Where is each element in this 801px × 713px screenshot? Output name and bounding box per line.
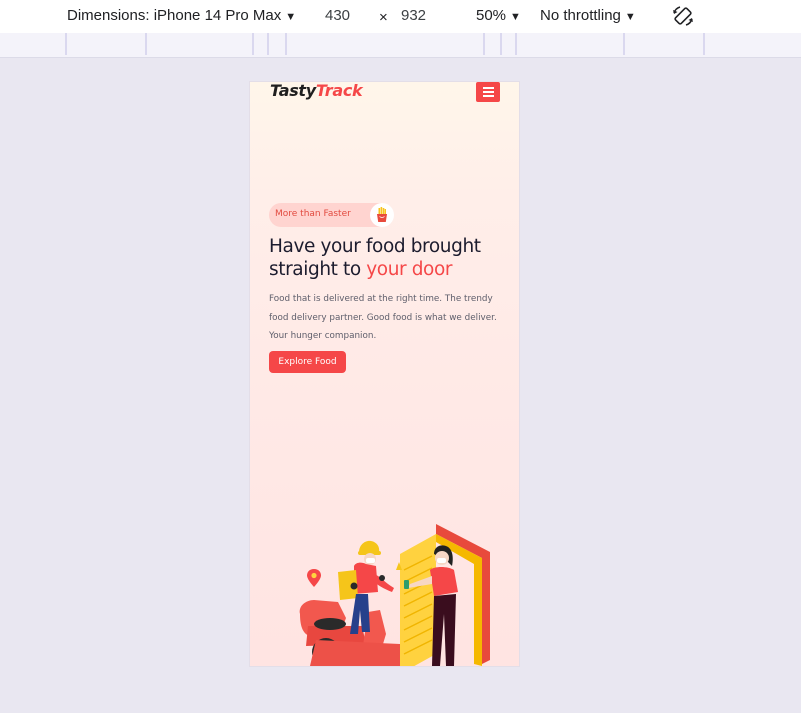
ruler-marker[interactable]	[252, 33, 254, 55]
menu-bar	[482, 91, 494, 93]
throttling-label: No throttling	[540, 7, 621, 24]
height-input[interactable]: 932	[401, 7, 426, 24]
headline-highlight: your door	[366, 259, 453, 280]
ruler-marker[interactable]	[500, 33, 502, 55]
ruler-marker[interactable]	[285, 33, 287, 55]
dropdown-caret-icon: ▼	[285, 11, 297, 23]
device-viewport: TastyTrack More than Faster Have your fo…	[250, 82, 519, 666]
dimensions-label: Dimensions: iPhone 14 Pro Max	[67, 7, 282, 24]
ruler-marker[interactable]	[515, 33, 517, 55]
width-input[interactable]: 430	[325, 7, 350, 24]
ruler-marker[interactable]	[623, 33, 625, 55]
rotate-icon	[673, 6, 693, 26]
hero-headline: Have your food brought straight to your …	[269, 235, 514, 281]
site-logo[interactable]: TastyTrack	[270, 82, 363, 100]
delivery-illustration	[299, 524, 490, 666]
zoom-dropdown[interactable]: 50% ▼	[476, 7, 521, 24]
ruler-marker[interactable]	[145, 33, 147, 55]
ruler-marker[interactable]	[65, 33, 67, 55]
media-query-ruler[interactable]	[0, 33, 801, 58]
hamburger-menu-button[interactable]	[476, 82, 500, 102]
location-pin-icon	[307, 569, 321, 587]
rotate-button[interactable]	[671, 4, 695, 32]
logo-text-track: Track	[315, 82, 363, 100]
ruler-marker[interactable]	[483, 33, 485, 55]
door-graphic	[396, 524, 490, 666]
ruler-marker[interactable]	[267, 33, 269, 55]
throttling-dropdown[interactable]: No throttling ▼	[540, 7, 636, 24]
menu-bar	[482, 87, 494, 89]
explore-food-button[interactable]: Explore Food	[269, 351, 346, 373]
tagline-badge: More than Faster	[269, 203, 394, 227]
dropdown-caret-icon: ▼	[624, 11, 636, 23]
zoom-label: 50%	[476, 7, 507, 24]
menu-bar	[482, 95, 494, 97]
hero-description: Food that is delivered at the right time…	[269, 294, 497, 341]
times-icon: ×	[379, 9, 388, 26]
device-toolbar: Dimensions: iPhone 14 Pro Max ▼ 430 × 932…	[0, 0, 801, 33]
tagline-badge-text: More than Faster	[275, 209, 351, 219]
courier-figure	[338, 540, 394, 634]
dimensions-dropdown[interactable]: Dimensions: iPhone 14 Pro Max ▼	[67, 7, 296, 24]
fries-icon	[370, 203, 394, 227]
dropdown-caret-icon: ▼	[510, 11, 521, 23]
ruler-marker[interactable]	[703, 33, 705, 55]
logo-text-tasty: Tasty	[270, 82, 316, 100]
